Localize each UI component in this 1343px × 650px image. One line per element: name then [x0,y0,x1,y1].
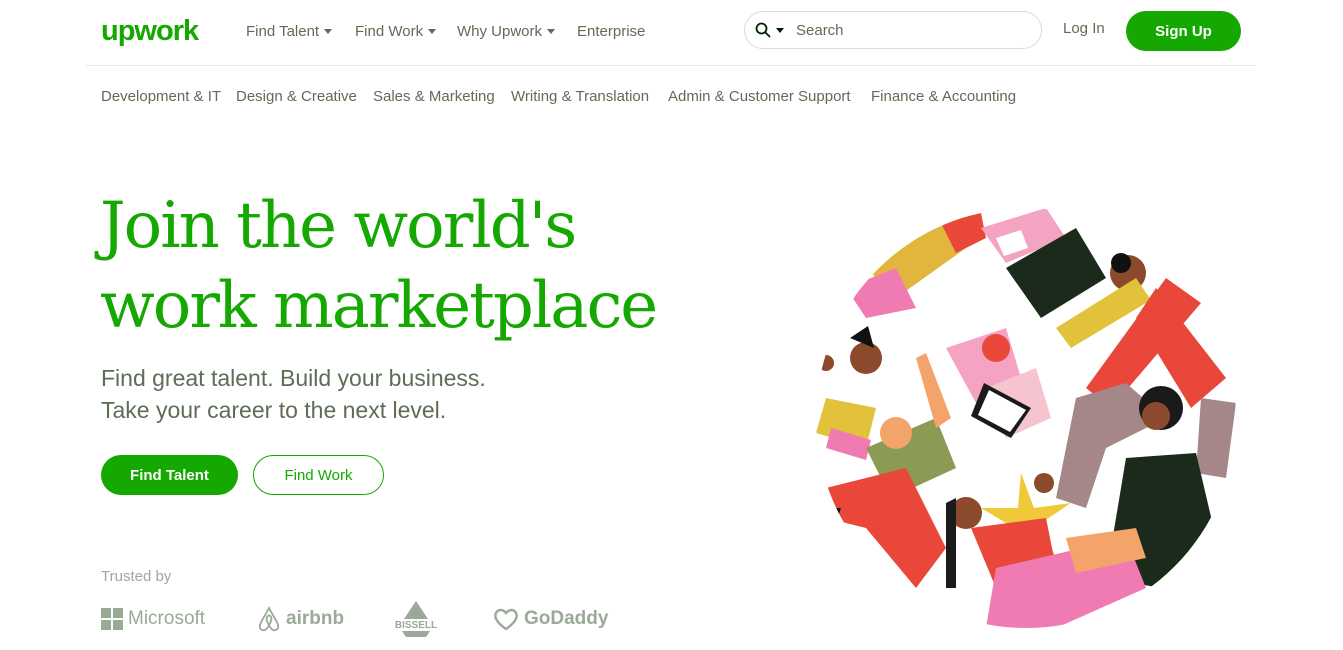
category-sales-marketing[interactable]: Sales & Marketing [373,88,495,105]
hero-title-line-1: Join the world's [100,189,577,263]
logo-icon: upwork [101,15,201,47]
hero-illustration [806,208,1246,628]
nav-find-work-label: Find Work [355,22,424,40]
nav-why-upwork[interactable]: Why Upwork [457,20,556,42]
svg-text:upwork: upwork [101,15,200,47]
nav-enterprise[interactable]: Enterprise [577,20,645,42]
microsoft-logo-text: Microsoft [128,608,206,629]
nav-find-talent-label: Find Talent [246,22,320,40]
chevron-down-icon [547,28,556,34]
people-circle-illustration [816,208,1236,628]
header-divider [86,65,1256,66]
chevron-down-icon [428,28,437,34]
hero-title-line-2: work marketplace [100,269,658,343]
bissell-logo-icon: BISSELL [392,601,440,637]
godaddy-heart-icon [494,608,518,631]
category-finance-accounting[interactable]: Finance & Accounting [871,88,1016,105]
hero-subtitle-line-1: Find great talent. Build your business. [101,365,486,391]
airbnb-logo-text: airbnb [286,608,345,629]
godaddy-logo: GoDaddy [493,603,608,635]
category-development-it[interactable]: Development & IT [101,88,221,105]
nav-enterprise-label: Enterprise [577,22,646,40]
search-type-dropdown-icon[interactable] [776,27,784,33]
category-admin-support[interactable]: Admin & Customer Support [668,88,851,105]
find-talent-button[interactable]: Find Talent [101,455,238,495]
airbnb-belo-icon [258,606,280,632]
search-bar[interactable] [744,11,1042,49]
hero-subtitle: Find great talent. Build your business. … [101,362,486,426]
find-work-button[interactable]: Find Work [253,455,384,495]
hero-subtitle-line-2: Take your career to the next level. [101,397,447,423]
svg-text:BISSELL: BISSELL [395,620,437,631]
category-design-creative[interactable]: Design & Creative [236,88,357,105]
login-link[interactable]: Log In [1063,20,1105,37]
microsoft-logo: Microsoft [101,603,205,635]
hero-title: Join the world's work marketplace [100,186,800,346]
nav-why-upwork-label: Why Upwork [457,22,543,40]
nav-find-work[interactable]: Find Work [355,20,437,42]
trusted-by-label: Trusted by [101,568,172,585]
upwork-logo[interactable]: upwork [101,14,207,48]
godaddy-logo-text: GoDaddy [524,608,609,629]
bissell-logo: BISSELL [388,601,449,637]
signup-button[interactable]: Sign Up [1126,11,1241,51]
chevron-down-icon [324,28,333,34]
search-input[interactable] [794,20,1028,40]
category-writing-translation[interactable]: Writing & Translation [511,88,649,105]
airbnb-logo: airbnb [257,603,344,635]
microsoft-squares-icon [101,608,123,630]
search-icon[interactable] [755,22,771,38]
nav-find-talent[interactable]: Find Talent [246,20,333,42]
